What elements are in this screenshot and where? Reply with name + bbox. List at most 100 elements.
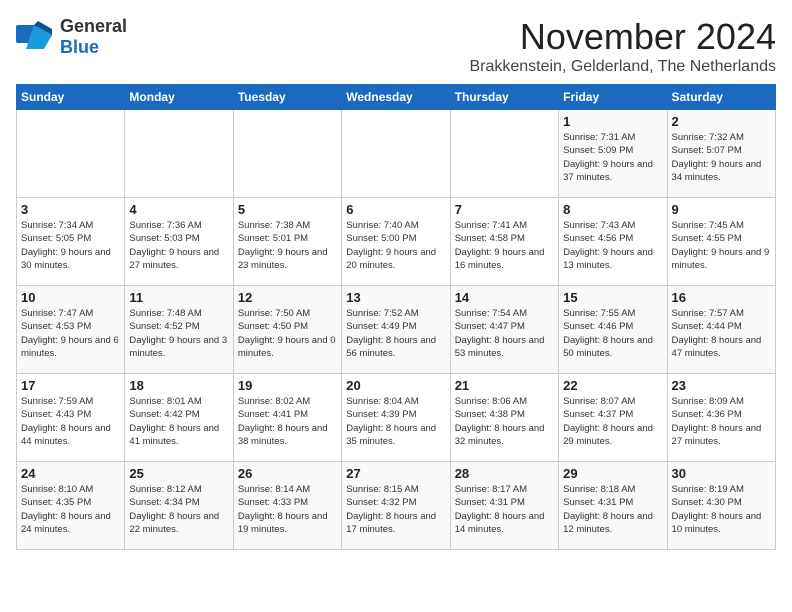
day-cell-24: 20 Sunrise: 8:04 AM Sunset: 4:39 PM Dayli…	[342, 374, 450, 462]
day-info: Sunrise: 8:14 AM Sunset: 4:33 PM Dayligh…	[238, 483, 337, 536]
day-number: 17	[21, 378, 120, 393]
day-cell-18: 14 Sunrise: 7:54 AM Sunset: 4:47 PM Dayli…	[450, 286, 558, 374]
day-info: Sunrise: 8:09 AM Sunset: 4:36 PM Dayligh…	[672, 395, 771, 448]
day-number: 28	[455, 466, 554, 481]
day-cell-25: 21 Sunrise: 8:06 AM Sunset: 4:38 PM Dayli…	[450, 374, 558, 462]
day-info: Sunrise: 7:52 AM Sunset: 4:49 PM Dayligh…	[346, 307, 445, 360]
day-number: 13	[346, 290, 445, 305]
day-info: Sunrise: 7:31 AM Sunset: 5:09 PM Dayligh…	[563, 131, 662, 184]
day-info: Sunrise: 7:36 AM Sunset: 5:03 PM Dayligh…	[129, 219, 228, 272]
day-cell-28: 24Sunrise: 8:10 AM Sunset: 4:35 PM Dayli…	[17, 462, 125, 550]
column-header-saturday: Saturday	[667, 85, 775, 110]
day-number: 8	[563, 202, 662, 217]
day-number: 15	[563, 290, 662, 305]
day-info: Sunrise: 8:02 AM Sunset: 4:41 PM Dayligh…	[238, 395, 337, 448]
day-cell-32: 28 Sunrise: 8:17 AM Sunset: 4:31 PM Dayli…	[450, 462, 558, 550]
day-info: Sunrise: 7:40 AM Sunset: 5:00 PM Dayligh…	[346, 219, 445, 272]
day-cell-8: 4 Sunrise: 7:36 AM Sunset: 5:03 PM Daylig…	[125, 198, 233, 286]
week-row-3: 10Sunrise: 7:47 AM Sunset: 4:53 PM Dayli…	[17, 286, 776, 374]
column-header-friday: Friday	[559, 85, 667, 110]
day-info: Sunrise: 7:59 AM Sunset: 4:43 PM Dayligh…	[21, 395, 120, 448]
logo: General Blue	[16, 16, 127, 58]
day-number: 21	[455, 378, 554, 393]
day-number: 27	[346, 466, 445, 481]
day-cell-13: 9 Sunrise: 7:45 AM Sunset: 4:55 PM Daylig…	[667, 198, 775, 286]
day-info: Sunrise: 7:47 AM Sunset: 4:53 PM Dayligh…	[21, 307, 120, 360]
day-info: Sunrise: 8:17 AM Sunset: 4:31 PM Dayligh…	[455, 483, 554, 536]
day-info: Sunrise: 7:50 AM Sunset: 4:50 PM Dayligh…	[238, 307, 337, 360]
calendar-body: 1 Sunrise: 7:31 AM Sunset: 5:09 PM Daylig…	[17, 110, 776, 550]
day-number: 16	[672, 290, 771, 305]
day-number: 3	[21, 202, 120, 217]
day-number: 20	[346, 378, 445, 393]
day-number: 29	[563, 466, 662, 481]
day-cell-34: 30 Sunrise: 8:19 AM Sunset: 4:30 PM Dayli…	[667, 462, 775, 550]
day-info: Sunrise: 8:15 AM Sunset: 4:32 PM Dayligh…	[346, 483, 445, 536]
day-cell-11: 7 Sunrise: 7:41 AM Sunset: 4:58 PM Daylig…	[450, 198, 558, 286]
day-cell-23: 19 Sunrise: 8:02 AM Sunset: 4:41 PM Dayli…	[233, 374, 341, 462]
day-cell-15: 11 Sunrise: 7:48 AM Sunset: 4:52 PM Dayli…	[125, 286, 233, 374]
day-cell-19: 15 Sunrise: 7:55 AM Sunset: 4:46 PM Dayli…	[559, 286, 667, 374]
day-cell-16: 12Sunrise: 7:50 AM Sunset: 4:50 PM Dayli…	[233, 286, 341, 374]
day-number: 14	[455, 290, 554, 305]
column-header-sunday: Sunday	[17, 85, 125, 110]
calendar-table: SundayMondayTuesdayWednesdayThursdayFrid…	[16, 84, 776, 550]
day-info: Sunrise: 7:41 AM Sunset: 4:58 PM Dayligh…	[455, 219, 554, 272]
day-number: 30	[672, 466, 771, 481]
day-cell-9: 5 Sunrise: 7:38 AM Sunset: 5:01 PM Daylig…	[233, 198, 341, 286]
day-number: 19	[238, 378, 337, 393]
day-number: 7	[455, 202, 554, 217]
day-cell-17: 13 Sunrise: 7:52 AM Sunset: 4:49 PM Dayli…	[342, 286, 450, 374]
day-cell-0	[17, 110, 125, 198]
day-cell-14: 10Sunrise: 7:47 AM Sunset: 4:53 PM Dayli…	[17, 286, 125, 374]
location-title: Brakkenstein, Gelderland, The Netherland…	[469, 58, 776, 76]
column-header-thursday: Thursday	[450, 85, 558, 110]
day-info: Sunrise: 7:45 AM Sunset: 4:55 PM Dayligh…	[672, 219, 771, 272]
day-info: Sunrise: 7:34 AM Sunset: 5:05 PM Dayligh…	[21, 219, 120, 272]
day-number: 5	[238, 202, 337, 217]
day-info: Sunrise: 7:43 AM Sunset: 4:56 PM Dayligh…	[563, 219, 662, 272]
day-info: Sunrise: 8:07 AM Sunset: 4:37 PM Dayligh…	[563, 395, 662, 448]
day-cell-26: 22Sunrise: 8:07 AM Sunset: 4:37 PM Dayli…	[559, 374, 667, 462]
logo-blue: Blue	[60, 37, 99, 57]
day-number: 4	[129, 202, 228, 217]
day-number: 24	[21, 466, 120, 481]
day-info: Sunrise: 8:06 AM Sunset: 4:38 PM Dayligh…	[455, 395, 554, 448]
day-number: 18	[129, 378, 228, 393]
day-info: Sunrise: 8:01 AM Sunset: 4:42 PM Dayligh…	[129, 395, 228, 448]
logo-general: General	[60, 16, 127, 36]
day-info: Sunrise: 8:18 AM Sunset: 4:31 PM Dayligh…	[563, 483, 662, 536]
column-header-tuesday: Tuesday	[233, 85, 341, 110]
day-number: 11	[129, 290, 228, 305]
month-title: November 2024	[469, 16, 776, 58]
day-number: 9	[672, 202, 771, 217]
day-info: Sunrise: 7:57 AM Sunset: 4:44 PM Dayligh…	[672, 307, 771, 360]
day-number: 1	[563, 114, 662, 129]
day-info: Sunrise: 7:32 AM Sunset: 5:07 PM Dayligh…	[672, 131, 771, 184]
day-info: Sunrise: 7:38 AM Sunset: 5:01 PM Dayligh…	[238, 219, 337, 272]
day-info: Sunrise: 7:48 AM Sunset: 4:52 PM Dayligh…	[129, 307, 228, 360]
day-cell-6: 2Sunrise: 7:32 AM Sunset: 5:07 PM Daylig…	[667, 110, 775, 198]
day-cell-2	[233, 110, 341, 198]
day-info: Sunrise: 7:54 AM Sunset: 4:47 PM Dayligh…	[455, 307, 554, 360]
day-cell-20: 16 Sunrise: 7:57 AM Sunset: 4:44 PM Dayli…	[667, 286, 775, 374]
week-row-1: 1 Sunrise: 7:31 AM Sunset: 5:09 PM Daylig…	[17, 110, 776, 198]
day-info: Sunrise: 8:04 AM Sunset: 4:39 PM Dayligh…	[346, 395, 445, 448]
day-cell-10: 6Sunrise: 7:40 AM Sunset: 5:00 PM Daylig…	[342, 198, 450, 286]
day-number: 26	[238, 466, 337, 481]
day-number: 25	[129, 466, 228, 481]
day-cell-3	[342, 110, 450, 198]
day-cell-21: 17 Sunrise: 7:59 AM Sunset: 4:43 PM Dayli…	[17, 374, 125, 462]
day-cell-4	[450, 110, 558, 198]
day-cell-29: 25Sunrise: 8:12 AM Sunset: 4:34 PM Dayli…	[125, 462, 233, 550]
title-block: November 2024 Brakkenstein, Gelderland, …	[469, 16, 776, 76]
day-cell-22: 18 Sunrise: 8:01 AM Sunset: 4:42 PM Dayli…	[125, 374, 233, 462]
header-area: General Blue November 2024 Brakkenstein,…	[16, 16, 776, 76]
day-info: Sunrise: 8:19 AM Sunset: 4:30 PM Dayligh…	[672, 483, 771, 536]
column-header-wednesday: Wednesday	[342, 85, 450, 110]
day-number: 23	[672, 378, 771, 393]
day-cell-30: 26 Sunrise: 8:14 AM Sunset: 4:33 PM Dayli…	[233, 462, 341, 550]
day-info: Sunrise: 7:55 AM Sunset: 4:46 PM Dayligh…	[563, 307, 662, 360]
day-cell-31: 27 Sunrise: 8:15 AM Sunset: 4:32 PM Dayli…	[342, 462, 450, 550]
week-row-5: 24Sunrise: 8:10 AM Sunset: 4:35 PM Dayli…	[17, 462, 776, 550]
